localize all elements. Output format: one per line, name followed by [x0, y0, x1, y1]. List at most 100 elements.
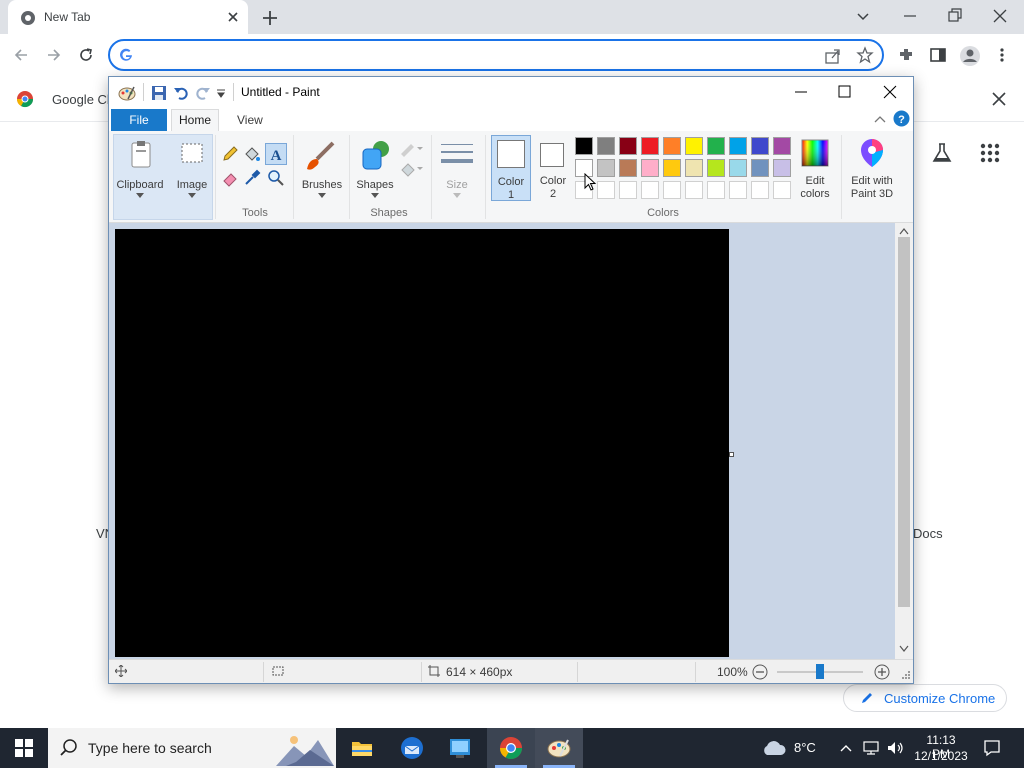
network-icon[interactable]	[862, 740, 880, 756]
custom-color-slot[interactable]	[685, 181, 703, 199]
taskbar-search-box[interactable]: Type here to search	[48, 728, 336, 768]
size-button[interactable]: Size	[435, 135, 479, 219]
magnifier-icon[interactable]	[267, 169, 285, 187]
palette-swatch[interactable]	[751, 137, 769, 155]
customize-qat-icon[interactable]	[215, 87, 227, 99]
image-button[interactable]: Image	[171, 135, 213, 219]
palette-swatch[interactable]	[685, 159, 703, 177]
paint-minimize-icon[interactable]	[793, 84, 809, 100]
menu-dots-icon[interactable]	[994, 46, 1010, 64]
fill-icon[interactable]	[399, 161, 423, 177]
eraser-icon[interactable]	[221, 169, 239, 187]
extensions-icon[interactable]	[897, 46, 915, 64]
close-bar-icon[interactable]	[990, 90, 1008, 108]
custom-color-slot[interactable]	[751, 181, 769, 199]
outline-icon[interactable]	[399, 141, 423, 157]
canvas-resize-handle[interactable]	[729, 452, 734, 457]
close-tab-icon[interactable]	[224, 8, 242, 26]
control-panel-icon[interactable]	[448, 736, 472, 760]
thunderbird-icon[interactable]	[399, 735, 425, 761]
scroll-thumb[interactable]	[898, 237, 910, 607]
save-icon[interactable]	[151, 85, 167, 101]
palette-swatch[interactable]	[707, 137, 725, 155]
palette-swatch[interactable]	[619, 137, 637, 155]
weather-cloud-icon[interactable]	[760, 738, 788, 758]
share-icon[interactable]	[824, 47, 842, 65]
taskbar-paint-button[interactable]	[535, 728, 583, 768]
palette-swatch[interactable]	[773, 159, 791, 177]
palette-swatch[interactable]	[641, 137, 659, 155]
palette-swatch[interactable]	[619, 159, 637, 177]
custom-color-slot[interactable]	[597, 181, 615, 199]
palette-swatch[interactable]	[663, 137, 681, 155]
browser-tab[interactable]: New Tab	[8, 0, 248, 34]
palette-swatch[interactable]	[685, 137, 703, 155]
restore-icon[interactable]	[945, 6, 965, 26]
custom-color-slot[interactable]	[663, 181, 681, 199]
brushes-button[interactable]: Brushes	[297, 135, 347, 219]
palette-swatch[interactable]	[729, 159, 747, 177]
edit-colors-button[interactable]: Edit colors	[795, 135, 835, 201]
palette-swatch[interactable]	[597, 159, 615, 177]
tray-chevron-icon[interactable]	[838, 740, 854, 756]
palette-swatch[interactable]	[773, 137, 791, 155]
palette-swatch[interactable]	[729, 137, 747, 155]
palette-swatch[interactable]	[575, 137, 593, 155]
palette-swatch[interactable]	[641, 159, 659, 177]
back-icon[interactable]	[12, 46, 30, 64]
forward-icon[interactable]	[45, 46, 63, 64]
bookmark-label[interactable]: Google Ch	[52, 92, 114, 107]
scroll-down-icon[interactable]	[899, 645, 909, 653]
drawing-canvas[interactable]	[115, 229, 729, 657]
custom-color-slot[interactable]	[729, 181, 747, 199]
file-explorer-icon[interactable]	[350, 736, 374, 760]
close-window-icon[interactable]	[990, 6, 1010, 26]
profile-avatar-icon[interactable]	[959, 45, 981, 67]
clock-date[interactable]: 12/1/2023	[912, 749, 970, 763]
shortcut-label-docs[interactable]: Docs	[913, 526, 943, 541]
clipboard-button[interactable]: Clipboard	[115, 135, 165, 219]
resize-grip-icon[interactable]	[901, 670, 911, 680]
palette-swatch[interactable]	[597, 137, 615, 155]
bookmark-star-icon[interactable]	[856, 46, 874, 64]
reload-icon[interactable]	[77, 46, 95, 64]
apps-grid-icon[interactable]	[978, 141, 1002, 165]
weather-temperature[interactable]: 8°C	[794, 740, 816, 755]
tab-file[interactable]: File	[111, 109, 167, 131]
color-picker-icon[interactable]	[243, 169, 261, 187]
vertical-scrollbar[interactable]	[895, 223, 913, 659]
taskbar-chrome-button[interactable]	[487, 728, 535, 768]
tab-home[interactable]: Home	[171, 109, 219, 131]
collapse-ribbon-icon[interactable]	[873, 113, 887, 125]
palette-swatch[interactable]	[663, 159, 681, 177]
labs-flask-icon[interactable]	[930, 141, 954, 165]
customize-chrome-button[interactable]: Customize Chrome	[843, 684, 1007, 712]
new-tab-icon[interactable]	[258, 6, 282, 30]
palette-swatch[interactable]	[751, 159, 769, 177]
custom-color-slot[interactable]	[641, 181, 659, 199]
fill-bucket-icon[interactable]	[243, 145, 261, 163]
redo-icon[interactable]	[195, 85, 211, 101]
custom-color-slot[interactable]	[619, 181, 637, 199]
palette-swatch[interactable]	[707, 159, 725, 177]
minimize-icon[interactable]	[900, 6, 920, 26]
text-tool-button[interactable]: A	[265, 143, 287, 165]
color1-button[interactable]: Color 1	[491, 135, 531, 201]
custom-color-slot[interactable]	[773, 181, 791, 199]
zoom-out-icon[interactable]	[752, 664, 768, 680]
tab-search-icon[interactable]	[854, 8, 872, 26]
pencil-tool-icon[interactable]	[221, 145, 239, 163]
help-icon[interactable]: ?	[893, 110, 910, 127]
side-panel-icon[interactable]	[929, 46, 947, 64]
paint-maximize-icon[interactable]	[837, 84, 853, 100]
color2-button[interactable]: Color 2	[533, 135, 573, 201]
address-bar[interactable]	[108, 39, 884, 71]
zoom-slider-thumb[interactable]	[816, 664, 824, 679]
undo-icon[interactable]	[173, 85, 189, 101]
tab-view[interactable]: View	[237, 113, 263, 127]
zoom-in-icon[interactable]	[874, 664, 890, 680]
custom-color-slot[interactable]	[707, 181, 725, 199]
volume-icon[interactable]	[886, 740, 904, 756]
notification-center-icon[interactable]	[982, 738, 1002, 758]
windows-start-icon[interactable]	[15, 739, 33, 757]
